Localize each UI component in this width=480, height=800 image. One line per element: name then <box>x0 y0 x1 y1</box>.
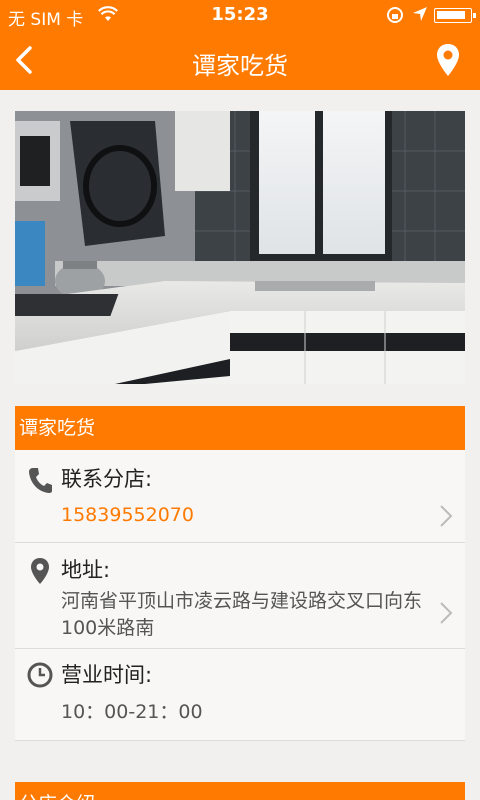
navigation-bar: 谭家吃货 <box>0 30 480 90</box>
contact-label: 联系分店: <box>61 467 153 491</box>
address-row[interactable]: 地址: 河南省平顶山市凌云路与建设路交叉口向东100米路南 <box>15 543 465 649</box>
chevron-right-icon <box>440 602 453 624</box>
status-bar: 无 SIM 卡 15:23 <box>0 0 480 30</box>
page-title: 谭家吃货 <box>192 52 288 80</box>
phone-number[interactable]: 15839552070 <box>61 502 194 529</box>
address-label: 地址: <box>61 558 111 582</box>
store-name-header: 谭家吃货 <box>15 406 465 450</box>
chevron-right-icon <box>440 505 453 527</box>
hours-label: 营业时间: <box>61 663 153 687</box>
store-intro-header: 分店介绍 <box>15 782 465 800</box>
hours-row: 营业时间: 10：00-21：00 <box>15 649 465 741</box>
battery-icon <box>434 8 476 23</box>
phone-icon <box>29 468 52 493</box>
contact-row[interactable]: 联系分店: 15839552070 <box>15 450 465 543</box>
hours-text: 10：00-21：00 <box>61 701 203 723</box>
store-photo <box>15 111 465 384</box>
map-pin-icon <box>31 558 49 584</box>
address-text: 河南省平顶山市凌云路与建设路交叉口向东100米路南 <box>61 590 423 639</box>
location-pin-icon[interactable] <box>434 42 462 78</box>
rotation-lock-icon <box>387 7 403 23</box>
clock-icon <box>27 662 53 688</box>
location-arrow-icon <box>413 7 427 21</box>
status-time: 15:23 <box>211 4 269 25</box>
